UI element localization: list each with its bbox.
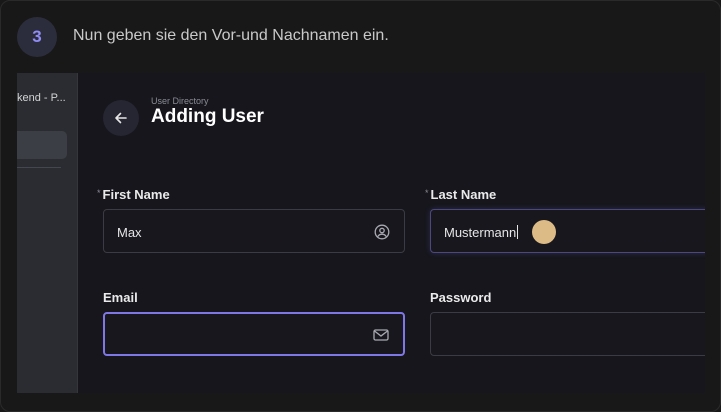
last-name-field[interactable]: Mustermann: [430, 209, 705, 253]
click-cursor-indicator: [532, 220, 556, 244]
sidebar-item[interactable]: r: [17, 182, 67, 194]
step-instruction: Nun geben sie den Vor-und Nachnamen ein.: [73, 27, 389, 44]
back-button[interactable]: [103, 100, 139, 136]
sidebar-search[interactable]: [17, 131, 67, 159]
sidebar-project-name[interactable]: kend - P...: [17, 92, 77, 104]
required-marker: *: [97, 188, 101, 198]
sidebar-item[interactable]: er: [17, 213, 67, 225]
main-content: User Directory Adding User * First Name M…: [78, 73, 705, 393]
sidebar-divider: [17, 167, 61, 168]
user-circle-icon: [373, 223, 391, 241]
app-screenshot: kend - P... r er User Directory Adding U…: [17, 73, 705, 393]
sidebar: kend - P... r er: [17, 73, 78, 393]
step-number-badge: 3: [17, 17, 57, 57]
text-caret: [517, 225, 519, 239]
breadcrumb[interactable]: User Directory: [151, 96, 209, 106]
last-name-value: Mustermann: [444, 225, 519, 240]
required-marker: *: [425, 188, 429, 198]
email-label: Email: [103, 290, 138, 305]
first-name-field[interactable]: Max: [103, 209, 405, 253]
tutorial-card: 3 Nun geben sie den Vor-und Nachnamen ei…: [0, 0, 721, 412]
password-label: Password: [430, 290, 492, 305]
last-name-label: * Last Name: [425, 187, 497, 202]
arrow-left-icon: [115, 112, 127, 124]
first-name-label: * First Name: [97, 187, 170, 202]
email-field[interactable]: [103, 312, 405, 356]
page-title: Adding User: [151, 106, 264, 127]
first-name-value: Max: [117, 225, 142, 240]
mail-icon: [372, 326, 390, 344]
password-field[interactable]: [430, 312, 705, 356]
